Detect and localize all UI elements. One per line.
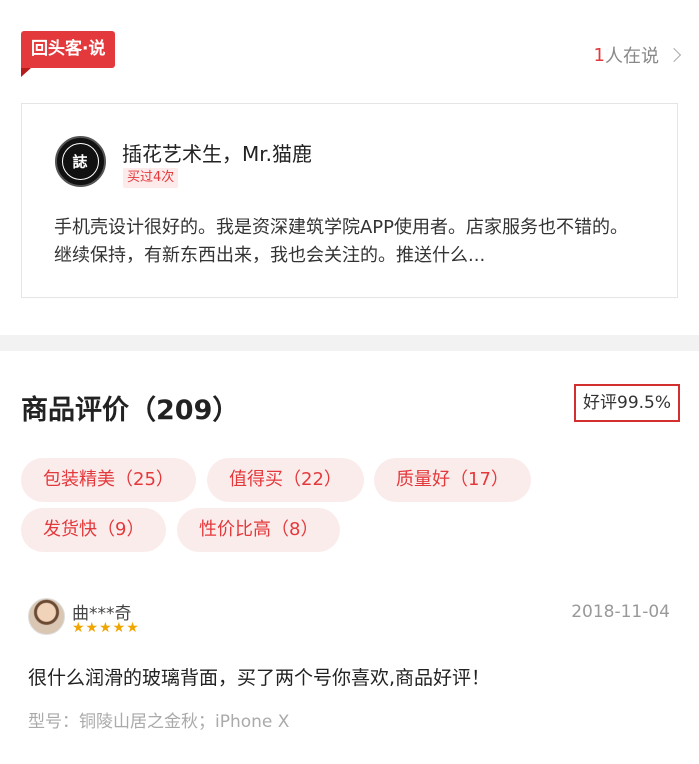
say-count-label: 人在说: [605, 46, 659, 67]
tag-fold-decoration: [21, 68, 31, 77]
reviewer-name: 插花艺术生，Mr.猫鹿: [122, 142, 312, 166]
featured-review-text: 手机壳设计很好的。我是资深建筑学院APP使用者。店家服务也不错的。继续保持，有新…: [54, 217, 629, 266]
chevron-right-icon: [666, 47, 682, 63]
review-model: 型号：铜陵山居之金秋；iPhone X: [28, 712, 290, 732]
section-divider: [0, 335, 699, 351]
say-count-link[interactable]: 1 人在说: [593, 42, 682, 68]
review-date: 2018-11-04: [571, 602, 670, 622]
purchase-count-badge: 买过4次: [123, 168, 179, 188]
say-count-number: 1: [593, 44, 605, 66]
review-tag-chip[interactable]: 包装精美（25）: [21, 458, 196, 502]
review-tag-chip[interactable]: 发货快（9）: [21, 508, 167, 552]
avatar-logo-text: 誌: [62, 143, 99, 180]
avatar: 誌: [55, 136, 106, 187]
review-tag-chip[interactable]: 性价比高（8）: [177, 508, 341, 552]
featured-review-card[interactable]: 誌 插花艺术生，Mr.猫鹿 买过4次 手机壳设计很好的。我是资深建筑学院APP使…: [21, 103, 678, 298]
section-tag: 回头客·说: [21, 31, 116, 68]
review-tag-chip[interactable]: 值得买（22）: [207, 458, 364, 502]
review-tag-chip[interactable]: 质量好（17）: [374, 458, 531, 502]
reviews-title: 商品评价（209）: [21, 395, 240, 426]
avatar: [28, 598, 65, 635]
review-text: 很什么润滑的玻璃背面，买了两个号你喜欢,商品好评！: [28, 667, 491, 689]
good-rate-badge: 好评99.5%: [574, 384, 681, 422]
star-rating: ★★★★★: [72, 620, 140, 636]
repeat-customer-section: 回头客·说 1 人在说 誌 插花艺术生，Mr.猫鹿 买过4次 手机壳设计很好的。…: [0, 0, 699, 335]
